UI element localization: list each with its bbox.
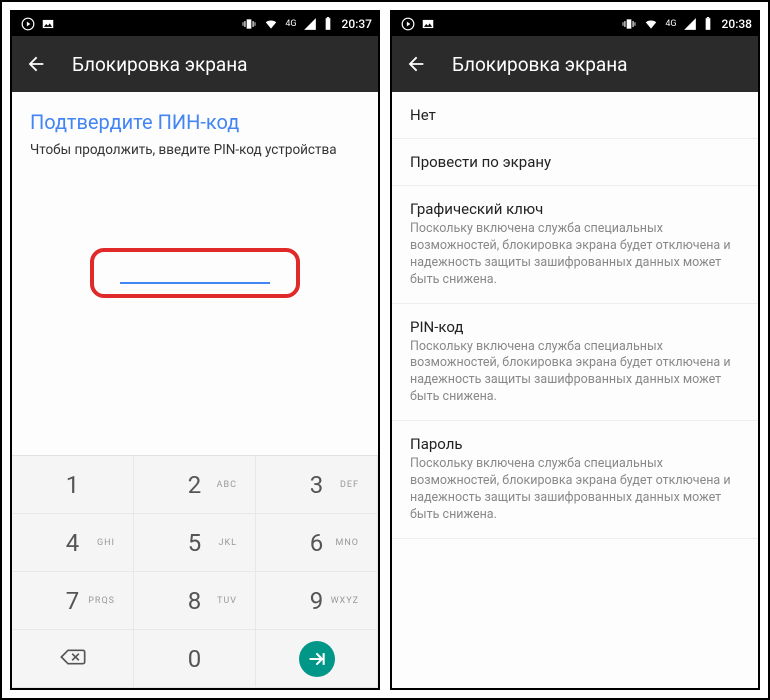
submit-icon bbox=[299, 641, 335, 677]
vibrate-icon bbox=[241, 17, 257, 31]
numeric-keypad: 1 2ABC 3DEF 4GHI 5JKL 6MNO 7PRQS 8TUV 9W… bbox=[12, 455, 378, 688]
key-0[interactable]: 0 bbox=[134, 630, 256, 688]
option-description: Поскольку включена служба специальных во… bbox=[410, 221, 740, 289]
pin-input-highlight bbox=[90, 248, 300, 298]
instruction-text: Чтобы продолжить, введите PIN-код устрой… bbox=[12, 142, 378, 158]
option-pin[interactable]: PIN-код Поскольку включена служба специа… bbox=[392, 304, 758, 422]
phone-right: 4G 20:38 Блокировка экрана Нет Провести … bbox=[390, 10, 760, 690]
battery-icon bbox=[703, 17, 713, 31]
pin-screen: Подтвердите ПИН-код Чтобы продолжить, вв… bbox=[12, 92, 378, 688]
option-title: Нет bbox=[410, 106, 740, 124]
option-title: PIN-код bbox=[410, 318, 740, 336]
network-4g-label: 4G bbox=[285, 20, 296, 29]
option-title: Провести по экрану bbox=[410, 153, 740, 171]
backspace-icon bbox=[59, 647, 87, 671]
appbar-title: Блокировка экрана bbox=[72, 53, 248, 76]
key-submit[interactable] bbox=[256, 630, 378, 688]
pin-input[interactable] bbox=[120, 282, 270, 284]
option-pattern[interactable]: Графический ключ Поскольку включена служ… bbox=[392, 186, 758, 304]
wifi-icon bbox=[643, 17, 659, 31]
key-9[interactable]: 9WXYZ bbox=[256, 572, 378, 630]
key-4[interactable]: 4GHI bbox=[12, 514, 134, 572]
vibrate-icon bbox=[621, 17, 637, 31]
image-icon bbox=[421, 17, 435, 31]
clock: 20:37 bbox=[342, 17, 372, 31]
option-title: Графический ключ bbox=[410, 200, 740, 218]
appbar-title: Блокировка экрана bbox=[452, 53, 628, 76]
phone-left: 4G 20:37 Блокировка экрана Подтвердите П… bbox=[10, 10, 380, 690]
option-description: Поскольку включена служба специальных во… bbox=[410, 339, 740, 407]
option-title: Пароль bbox=[410, 435, 740, 453]
network-4g-label: 4G bbox=[665, 20, 676, 29]
option-swipe[interactable]: Провести по экрану bbox=[392, 139, 758, 186]
play-icon bbox=[21, 17, 35, 31]
key-3[interactable]: 3DEF bbox=[256, 456, 378, 514]
status-bar: 4G 20:38 bbox=[392, 12, 758, 36]
battery-icon bbox=[323, 17, 333, 31]
clock: 20:38 bbox=[722, 17, 752, 31]
page-heading: Подтвердите ПИН-код bbox=[12, 92, 378, 142]
lock-options-list: Нет Провести по экрану Графический ключ … bbox=[392, 92, 758, 688]
key-5[interactable]: 5JKL bbox=[134, 514, 256, 572]
status-bar: 4G 20:37 bbox=[12, 12, 378, 36]
back-button[interactable] bbox=[404, 52, 428, 76]
key-7[interactable]: 7PRQS bbox=[12, 572, 134, 630]
key-1[interactable]: 1 bbox=[12, 456, 134, 514]
back-button[interactable] bbox=[24, 52, 48, 76]
key-backspace[interactable] bbox=[12, 630, 134, 688]
key-6[interactable]: 6MNO bbox=[256, 514, 378, 572]
wifi-icon bbox=[263, 17, 279, 31]
play-icon bbox=[401, 17, 415, 31]
key-2[interactable]: 2ABC bbox=[134, 456, 256, 514]
signal-icon bbox=[303, 17, 317, 31]
key-8[interactable]: 8TUV bbox=[134, 572, 256, 630]
app-bar: Блокировка экрана bbox=[12, 36, 378, 92]
image-icon bbox=[41, 17, 55, 31]
option-description: Поскольку включена служба специальных во… bbox=[410, 456, 740, 524]
option-password[interactable]: Пароль Поскольку включена служба специал… bbox=[392, 421, 758, 539]
signal-icon bbox=[683, 17, 697, 31]
app-bar: Блокировка экрана bbox=[392, 36, 758, 92]
option-none[interactable]: Нет bbox=[392, 92, 758, 139]
